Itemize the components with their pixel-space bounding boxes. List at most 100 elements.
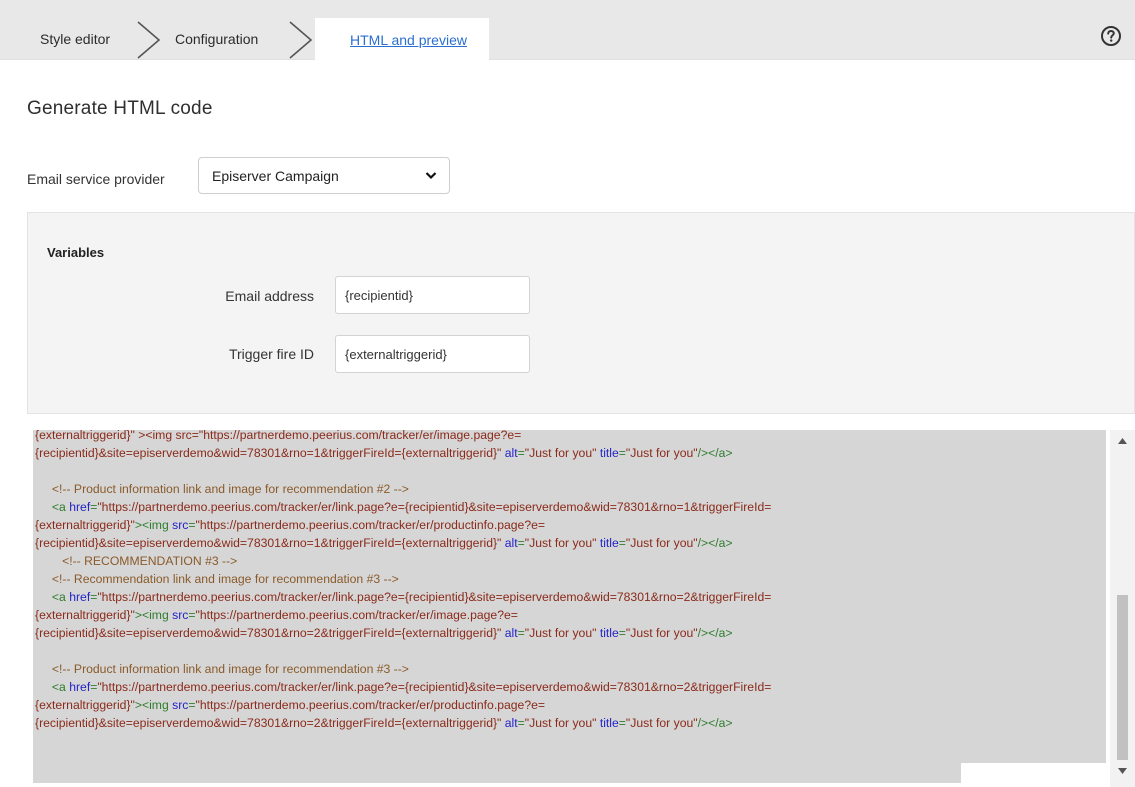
page-title: Generate HTML code	[27, 98, 213, 119]
code-token: src	[168, 698, 189, 712]
help-circle-icon[interactable]	[1100, 25, 1122, 47]
code-token: "Just for you"	[524, 626, 597, 640]
code-line: {recipientid}&site=episerverdemo&wid=783…	[35, 534, 771, 552]
code-line: <!-- Product information link and image …	[35, 660, 771, 678]
code-token: alt	[501, 536, 518, 550]
code-token: <a	[35, 590, 66, 604]
code-token: "Just for you"	[625, 446, 698, 460]
code-token: alt	[501, 446, 518, 460]
code-token: /></a>	[697, 536, 733, 550]
variables-panel: Variables Email address {recipientid} Tr…	[27, 212, 1135, 414]
code-token: {externaltriggerid}" ><img src="https://…	[35, 430, 522, 442]
code-token: =	[618, 536, 626, 550]
code-selection-highlight	[33, 763, 961, 783]
code-token: title	[596, 536, 619, 550]
code-scrollbar[interactable]	[1110, 430, 1135, 787]
email-address-input[interactable]: {recipientid}	[335, 276, 530, 314]
code-token: =	[188, 608, 196, 622]
code-token: {externaltriggerid}"	[35, 518, 135, 532]
code-token: =	[517, 446, 525, 460]
select-value: Episerver Campaign	[212, 167, 339, 184]
code-token: {externaltriggerid}"	[35, 608, 135, 622]
code-token: <!-- Product information link and image …	[35, 662, 409, 676]
trigger-fire-id-input[interactable]: {externaltriggerid}	[335, 335, 530, 373]
code-token: "Just for you"	[524, 716, 597, 730]
variables-heading: Variables	[47, 245, 105, 260]
html-code-textarea[interactable]: {externaltriggerid}" ><img src="https://…	[33, 430, 1135, 787]
breadcrumb-step-configuration[interactable]: Configuration	[175, 18, 258, 60]
code-line: {recipientid}&site=episerverdemo&wid=783…	[35, 714, 771, 732]
code-token: "https://partnerdemo.peerius.com/tracker…	[97, 590, 772, 604]
input-value: {externaltriggerid}	[345, 346, 447, 362]
code-token: "Just for you"	[524, 536, 597, 550]
code-token: "Just for you"	[524, 446, 597, 460]
code-token: <!-- RECOMMENDATION #3 -->	[35, 554, 238, 568]
code-token: <!-- Product information link and image …	[35, 482, 409, 496]
code-token: <a	[35, 680, 66, 694]
code-line: {externaltriggerid}"><img src="https://p…	[35, 516, 771, 534]
code-line: <!-- Recommendation link and image for r…	[35, 570, 771, 588]
code-token: =	[618, 716, 626, 730]
code-token: "Just for you"	[625, 626, 698, 640]
chevron-right-icon	[289, 21, 313, 59]
email-service-provider-label: Email service provider	[27, 171, 165, 187]
breadcrumb-step-label: Configuration	[175, 31, 259, 47]
code-token: href	[65, 680, 91, 694]
code-line: <a href="https://partnerdemo.peerius.com…	[35, 678, 771, 696]
chevron-right-icon	[137, 21, 161, 59]
scroll-up-arrow-icon[interactable]	[1118, 438, 1127, 444]
code-line: <a href="https://partnerdemo.peerius.com…	[35, 588, 771, 606]
breadcrumb-step-label: Style editor	[40, 31, 111, 47]
code-token: "https://partnerdemo.peerius.com/tracker…	[195, 518, 546, 532]
breadcrumb-step-style-editor[interactable]: Style editor	[40, 18, 110, 60]
code-token: ><img	[134, 518, 169, 532]
code-token: title	[596, 446, 619, 460]
code-token: {recipientid}&site=episerverdemo&wid=783…	[35, 446, 502, 460]
scrollbar-thumb[interactable]	[1117, 595, 1128, 760]
code-token: <!-- Recommendation link and image for r…	[35, 572, 399, 586]
breadcrumb-step-html-and-preview[interactable]: HTML and preview	[315, 18, 489, 60]
code-line: {externaltriggerid}"><img src="https://p…	[35, 606, 771, 624]
code-token: {externaltriggerid}"	[35, 698, 135, 712]
code-token: title	[596, 716, 619, 730]
breadcrumb-step-label: HTML and preview	[350, 32, 467, 48]
code-token: =	[517, 716, 525, 730]
code-token: <a	[35, 500, 66, 514]
code-token: "https://partnerdemo.peerius.com/tracker…	[97, 500, 772, 514]
code-token: ><img	[134, 608, 169, 622]
code-token: "https://partnerdemo.peerius.com/tracker…	[195, 608, 518, 622]
code-token: =	[188, 698, 196, 712]
code-token: "Just for you"	[625, 536, 698, 550]
scroll-down-arrow-icon[interactable]	[1118, 768, 1127, 774]
code-token: src	[168, 608, 189, 622]
code-token: {recipientid}&site=episerverdemo&wid=783…	[35, 536, 502, 550]
trigger-fire-id-label: Trigger fire ID	[228, 346, 314, 362]
code-token: =	[618, 626, 626, 640]
email-address-label: Email address	[225, 288, 314, 304]
code-token: =	[618, 446, 626, 460]
code-token: src	[168, 518, 189, 532]
code-token: /></a>	[697, 716, 733, 730]
code-token: /></a>	[697, 626, 733, 640]
code-token: title	[596, 626, 619, 640]
code-lines: {externaltriggerid}" ><img src="https://…	[35, 430, 771, 732]
code-token: href	[65, 590, 91, 604]
input-value: {recipientid}	[345, 287, 413, 303]
code-token: href	[65, 500, 91, 514]
code-line: {externaltriggerid}" ><img src="https://…	[35, 430, 771, 444]
code-token: {recipientid}&site=episerverdemo&wid=783…	[35, 626, 502, 640]
code-token: "Just for you"	[625, 716, 698, 730]
code-line: {externaltriggerid}"><img src="https://p…	[35, 696, 771, 714]
code-token: =	[517, 626, 525, 640]
code-line: {recipientid}&site=episerverdemo&wid=783…	[35, 624, 771, 642]
code-token: alt	[501, 716, 518, 730]
email-service-provider-select[interactable]: Episerver Campaign	[198, 157, 450, 194]
code-line: <a href="https://partnerdemo.peerius.com…	[35, 498, 771, 516]
code-token: /></a>	[697, 446, 733, 460]
code-token: alt	[501, 626, 518, 640]
code-token: =	[517, 536, 525, 550]
chevron-down-icon	[425, 172, 437, 180]
code-token: =	[188, 518, 196, 532]
